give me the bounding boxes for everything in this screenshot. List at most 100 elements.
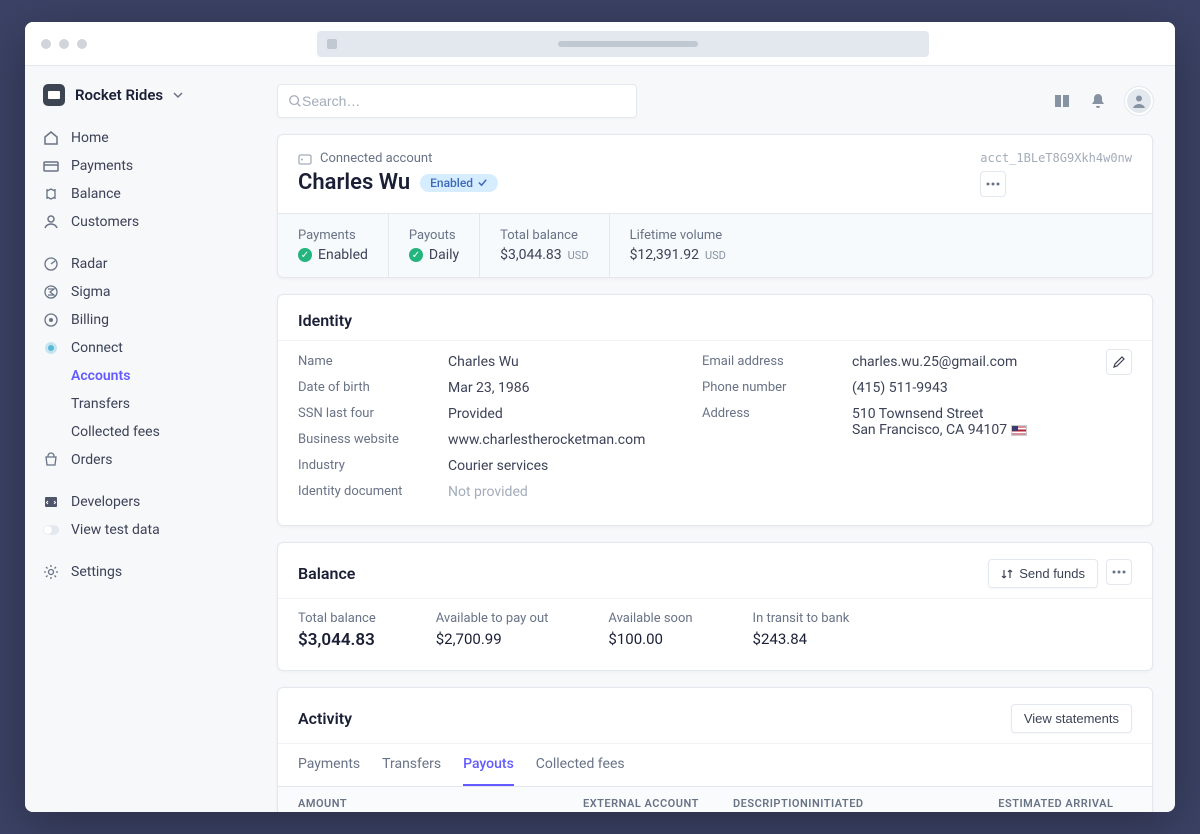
check-circle-icon: ✓: [409, 248, 423, 262]
developers-icon: [43, 494, 59, 510]
section-title: Activity: [298, 709, 352, 728]
brand-name: Rocket Rides: [75, 86, 163, 104]
account-header-card: Connected account Charles Wu Enabled: [277, 134, 1153, 278]
currency-label: USD: [705, 249, 726, 262]
balance-label: Available soon: [608, 611, 692, 626]
sidebar-item-developers[interactable]: Developers: [25, 488, 255, 516]
transfer-icon: [1001, 568, 1013, 580]
balance-label: In transit to bank: [753, 611, 850, 626]
identity-phone-label: Phone number: [702, 380, 852, 396]
activity-tabs: Payments Transfers Payouts Collected fee…: [278, 743, 1152, 787]
orders-icon: [43, 452, 59, 468]
balance-row: Total balance $3,044.83 Available to pay …: [278, 598, 1152, 670]
col-ext: EXTERNAL ACCOUNT: [583, 797, 733, 810]
balance-label: Total balance: [298, 611, 376, 626]
sidebar-item-accounts[interactable]: Accounts: [25, 362, 255, 390]
sidebar-item-radar[interactable]: Radar: [25, 250, 255, 278]
summary-value: $12,391.92: [630, 247, 699, 263]
user-avatar[interactable]: [1125, 87, 1153, 115]
tab-payouts[interactable]: Payouts: [463, 744, 514, 786]
identity-address-label: Address: [702, 406, 852, 438]
sidebar-item-orders[interactable]: Orders: [25, 446, 255, 474]
docs-icon[interactable]: [1053, 92, 1071, 110]
identity-dob-label: Date of birth: [298, 380, 448, 396]
sidebar-item-balance[interactable]: Balance: [25, 180, 255, 208]
breadcrumb: Connected account: [298, 151, 980, 166]
balance-label: Available to pay out: [436, 611, 549, 626]
sidebar-item-collected-fees[interactable]: Collected fees: [25, 418, 255, 446]
identity-iddoc-value: Not provided: [448, 484, 528, 500]
sidebar-item-transfers[interactable]: Transfers: [25, 390, 255, 418]
more-button[interactable]: [980, 171, 1006, 197]
address-bar[interactable]: [317, 31, 929, 57]
identity-dob-value: Mar 23, 1986: [448, 380, 530, 396]
summary-value: Daily: [429, 247, 459, 263]
summary-payouts: Payouts ✓Daily: [389, 214, 480, 277]
us-flag-icon: [1011, 425, 1027, 436]
tab-transfers[interactable]: Transfers: [382, 744, 441, 786]
balance-card: Balance Send funds Total balan: [277, 542, 1153, 671]
balance-value: $3,044.83: [298, 630, 376, 650]
sidebar-item-billing[interactable]: Billing: [25, 306, 255, 334]
identity-website-value: www.charlestherocketman.com: [448, 432, 645, 448]
sidebar-item-settings[interactable]: Settings: [25, 558, 255, 586]
more-button[interactable]: [1106, 559, 1132, 585]
summary-label: Lifetime volume: [630, 228, 726, 243]
sigma-icon: [43, 284, 59, 300]
balance-value: $2,700.99: [436, 630, 549, 648]
summary-label: Total balance: [500, 228, 588, 243]
check-icon: [477, 177, 488, 188]
sidebar-item-label: Home: [71, 130, 109, 146]
identity-phone-value: (415) 511-9943: [852, 380, 948, 396]
sidebar-item-label: Radar: [71, 256, 108, 272]
sidebar: Rocket Rides Home Payments Balance Custo…: [25, 66, 255, 812]
tab-payments[interactable]: Payments: [298, 744, 360, 786]
sidebar-item-label: Sigma: [71, 284, 110, 300]
sidebar-item-connect[interactable]: Connect: [25, 334, 255, 362]
customers-icon: [43, 214, 59, 230]
site-icon: [327, 39, 337, 49]
brand-logo: [43, 84, 65, 106]
search-input-wrapper[interactable]: [277, 84, 637, 118]
edit-identity-button[interactable]: [1106, 349, 1132, 375]
sidebar-item-testdata[interactable]: View test data: [25, 516, 255, 544]
account-switcher[interactable]: Rocket Rides: [25, 84, 255, 124]
bell-icon[interactable]: [1089, 92, 1107, 110]
home-icon: [43, 130, 59, 146]
account-id: acct_1BLeT8G9Xkh4w0nw: [980, 151, 1132, 165]
summary-payments: Payments ✓Enabled: [278, 214, 389, 277]
app-window: Rocket Rides Home Payments Balance Custo…: [25, 22, 1175, 812]
topbar: [277, 84, 1153, 118]
identity-website-label: Business website: [298, 432, 448, 448]
sidebar-item-label: View test data: [71, 522, 160, 538]
summary-lifetime: Lifetime volume $12,391.92 USD: [610, 214, 746, 277]
window-titlebar: [25, 22, 1175, 66]
window-dot: [59, 39, 69, 49]
breadcrumb-label: Connected account: [320, 151, 432, 166]
button-label: View statements: [1024, 711, 1119, 726]
sidebar-item-sigma[interactable]: Sigma: [25, 278, 255, 306]
view-statements-button[interactable]: View statements: [1011, 704, 1132, 733]
status-badge: Enabled: [420, 174, 498, 192]
tab-collected-fees[interactable]: Collected fees: [536, 744, 625, 786]
identity-email-label: Email address: [702, 354, 852, 370]
sidebar-item-label: Orders: [71, 452, 113, 468]
send-funds-button[interactable]: Send funds: [988, 559, 1098, 588]
identity-industry-value: Courier services: [448, 458, 548, 474]
identity-name-label: Name: [298, 354, 448, 370]
sidebar-item-label: Billing: [71, 312, 109, 328]
sidebar-item-home[interactable]: Home: [25, 124, 255, 152]
window-dot: [41, 39, 51, 49]
sidebar-item-payments[interactable]: Payments: [25, 152, 255, 180]
sidebar-item-customers[interactable]: Customers: [25, 208, 255, 236]
radar-icon: [43, 256, 59, 272]
sidebar-item-label: Settings: [71, 564, 122, 580]
summary-value: Enabled: [318, 247, 368, 263]
col-eta: ESTIMATED ARRIVAL: [998, 797, 1148, 810]
sidebar-item-label: Payments: [71, 158, 133, 174]
status-label: Enabled: [430, 176, 473, 190]
gear-icon: [43, 564, 59, 580]
section-title: Identity: [298, 311, 352, 330]
sidebar-item-label: Connect: [71, 340, 123, 356]
search-input[interactable]: [302, 93, 626, 109]
